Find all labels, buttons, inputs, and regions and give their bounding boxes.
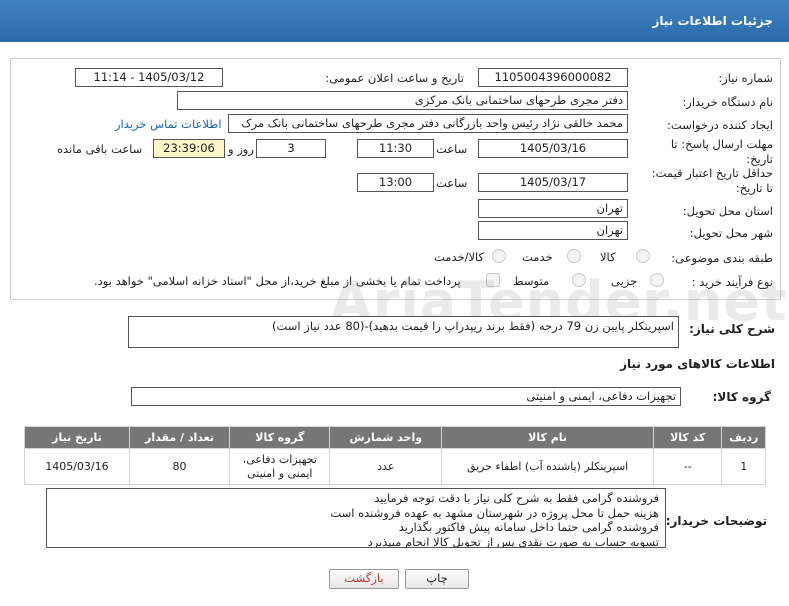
validity-time-field: 13:00 xyxy=(357,173,434,192)
creator-label: ایجاد کننده درخواست: xyxy=(667,118,773,132)
description-label: شرح کلی نیاز: xyxy=(689,322,775,336)
col-date: تاریخ نیاز xyxy=(24,426,130,449)
cell-group: تجهیزات دفاعی، ایمنی و امنیتی xyxy=(229,448,331,485)
buyer-label: نام دستگاه خریدار: xyxy=(682,95,773,109)
cell-unit: عدد xyxy=(329,448,443,485)
buyer-notes-label: توضیحات خریدار: xyxy=(665,514,767,528)
category-radio-service[interactable] xyxy=(567,249,581,263)
col-name: نام کالا xyxy=(441,426,655,449)
category-radio-both[interactable] xyxy=(492,249,506,263)
remaining-days-field: 3 xyxy=(256,139,326,158)
cell-date: 1405/03/16 xyxy=(24,448,130,485)
goods-group-label: گروه کالا: xyxy=(712,390,771,404)
price-validity-label: حداقل تاریخ اعتبار قیمت: xyxy=(651,166,773,180)
cell-row: 1 xyxy=(721,448,766,485)
category-label: طبقه بندی موضوعی: xyxy=(671,251,773,265)
province-label: استان محل تحویل: xyxy=(682,204,773,218)
reply-date-field: 1405/03/16 xyxy=(478,139,628,158)
reply-deadline-label-2: تاریخ: xyxy=(746,152,773,166)
goods-section-title: اطلاعات کالاهای مورد نیاز xyxy=(620,357,775,371)
cell-group-line-2: ایمنی و امنیتی xyxy=(247,466,313,480)
col-code: کد کالا xyxy=(653,426,723,449)
back-button[interactable]: بازگشت xyxy=(329,569,399,589)
buyer-field: دفتر مجری طرحهای ساختمانی بانک مرکزی xyxy=(177,91,628,110)
cell-qty: 80 xyxy=(128,448,231,485)
description-field: اسپرینکلر پایین زن 79 درجه (فقط برند ریپ… xyxy=(128,316,679,348)
category-option-goods: کالا xyxy=(600,250,616,264)
validity-time-label: ساعت xyxy=(436,176,468,190)
need-number-label: شماره نیاز: xyxy=(718,71,773,85)
category-option-service: خدمت xyxy=(522,250,553,264)
goods-table: ردیف کد کالا نام کالا واحد شمارش گروه کا… xyxy=(24,426,766,485)
remaining-time-label: ساعت باقی مانده xyxy=(57,142,143,156)
announce-date-label: تاریخ و ساعت اعلان عمومی: xyxy=(325,71,464,85)
buyer-note-line: فروشنده گرامی حتما داخل سامانه پیش فاکتو… xyxy=(398,520,659,534)
description-text: اسپرینکلر پایین زن 79 درجه (فقط برند ریپ… xyxy=(272,319,674,333)
city-label: شهر محل تحویل: xyxy=(689,226,773,240)
reply-time-field: 11:30 xyxy=(357,139,434,158)
col-group: گروه کالا xyxy=(229,426,331,449)
buyer-notes-field: فروشنده گرامی فقط به شرح کلی نیاز با دقت… xyxy=(46,488,666,548)
need-number-field: 1105004396000082 xyxy=(478,68,628,87)
buyer-note-line: هزینه حمل تا محل پروژه در شهرستان مشهد ب… xyxy=(330,505,659,520)
print-button[interactable]: چاپ xyxy=(405,569,469,589)
page-title: جزئیات اطلاعات نیاز xyxy=(652,14,773,28)
category-radio-goods[interactable] xyxy=(636,249,650,263)
cell-group-line-1: تجهیزات دفاعی، xyxy=(242,452,317,466)
col-row: ردیف xyxy=(721,426,766,449)
remaining-time-field: 23:39:06 xyxy=(153,139,225,158)
announce-date-field: 1405/03/12 - 11:14 xyxy=(75,68,223,87)
province-field: تهران xyxy=(478,199,628,218)
buyer-note-line: فروشنده گرامی فقط به شرح کلی نیاز با دقت… xyxy=(374,491,659,505)
goods-table-header: ردیف کد کالا نام کالا واحد شمارش گروه کا… xyxy=(24,426,766,449)
page-header: جزئیات اطلاعات نیاز xyxy=(0,0,789,42)
table-row: 1 -- اسپرینکلر (پاشنده آب) اطفاء حریق عد… xyxy=(24,448,766,485)
col-unit: واحد شمارش xyxy=(329,426,443,449)
goods-group-field: تجهیزات دفاعی، ایمنی و امنیتی xyxy=(131,387,681,406)
cell-name: اسپرینکلر (پاشنده آب) اطفاء حریق xyxy=(441,448,655,485)
city-field: تهران xyxy=(478,221,628,240)
reply-deadline-label: مهلت ارسال پاسخ: تا xyxy=(670,137,773,151)
reply-time-label: ساعت xyxy=(436,142,468,156)
col-qty: تعداد / مقدار xyxy=(128,426,231,449)
category-option-both: کالا/خدمت xyxy=(434,250,485,264)
cell-code: -- xyxy=(653,448,723,485)
creator-field: محمد خالقی نژاد رئیس واحد بازرگانی دفتر … xyxy=(228,114,628,133)
days-label: روز و xyxy=(228,142,254,156)
buyer-note-line: تسویه حساب به صورت نقدی پس از تحویل کالا… xyxy=(367,534,659,548)
contact-info-link[interactable]: اطلاعات تماس خریدار xyxy=(115,117,222,131)
validity-date-field: 1405/03/17 xyxy=(478,173,628,192)
price-validity-label-2: تا تاریخ: xyxy=(735,181,773,195)
